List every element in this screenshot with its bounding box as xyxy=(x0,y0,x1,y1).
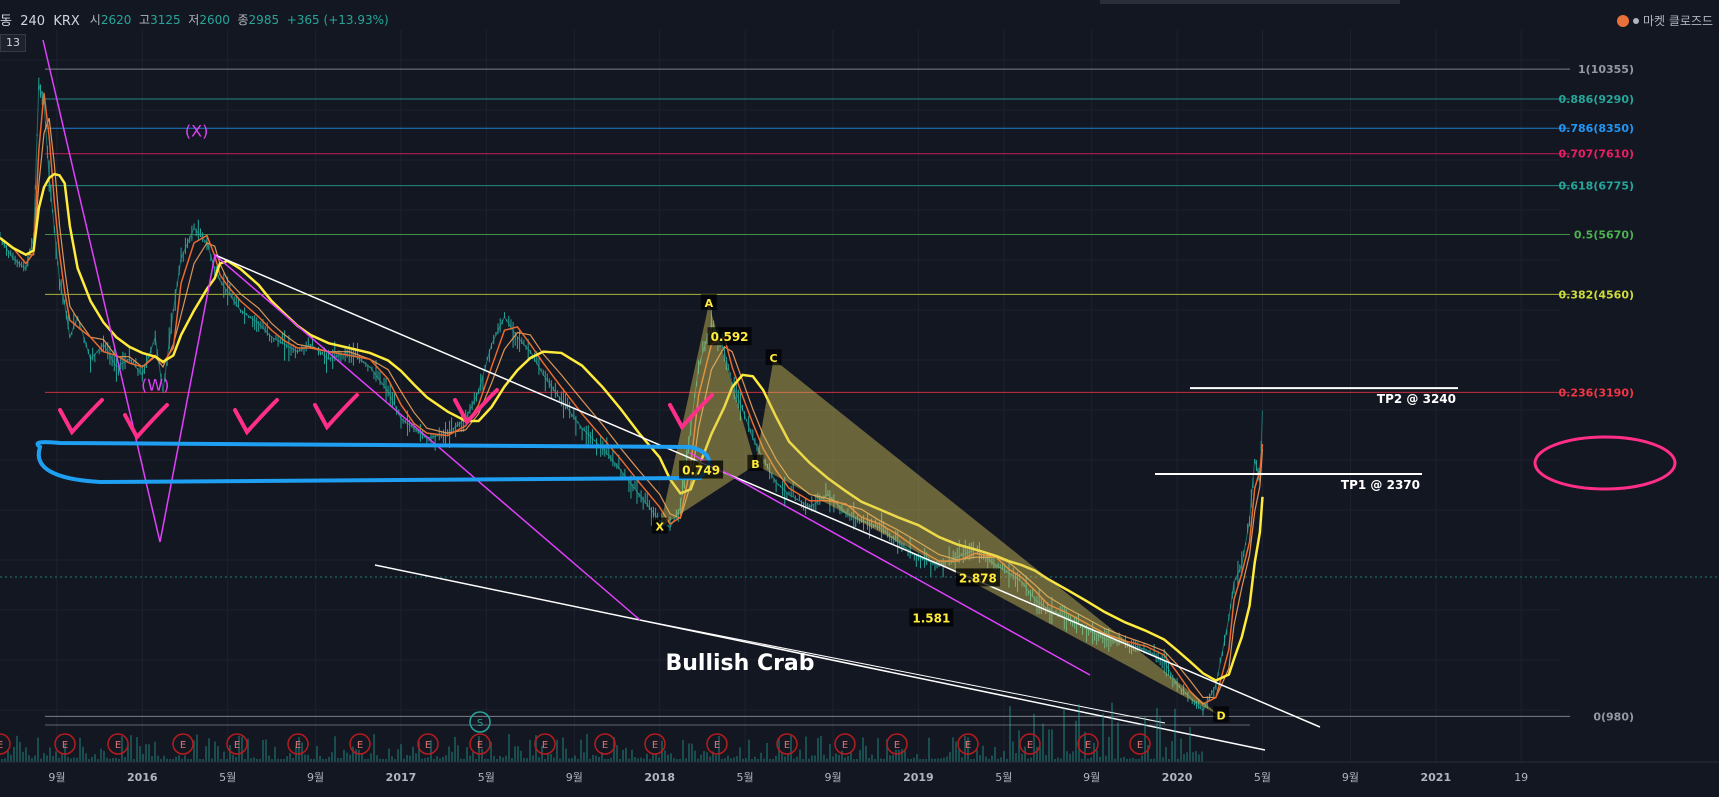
ratio-label: 0.749 xyxy=(682,464,720,478)
target-label: TP1 @ 2370 xyxy=(1341,478,1420,492)
x-tick-label: 2021 xyxy=(1421,771,1452,784)
chart-background xyxy=(0,0,1719,797)
earnings-marker-label: E xyxy=(652,740,658,751)
fib-level-label: 0.786(8350) xyxy=(1559,122,1634,135)
earnings-marker-label: E xyxy=(1137,740,1143,751)
pattern-point-label: X xyxy=(655,521,664,534)
ratio-label: 1.581 xyxy=(912,611,950,625)
fib-level-label: 0(980) xyxy=(1593,710,1634,723)
symbol-header: 동 240 KRX 시2620 고3125 저2600 종2985 +365 (… xyxy=(0,8,399,30)
x-tick-label: 2018 xyxy=(644,771,675,784)
market-status-icon xyxy=(1616,14,1629,27)
top-toolbar-strip xyxy=(1100,0,1400,4)
x-tick-label: 9월 xyxy=(48,771,65,784)
fib-level-label: 0.707(7610) xyxy=(1559,148,1634,161)
earnings-marker-label: E xyxy=(542,740,548,751)
earnings-marker-label: E xyxy=(234,740,240,751)
earnings-marker-label: E xyxy=(180,740,186,751)
x-tick-label: 5월 xyxy=(1254,771,1271,784)
x-tick-label: 9월 xyxy=(566,771,583,784)
x-tick-label: 9월 xyxy=(307,771,324,784)
earnings-marker-label: E xyxy=(62,740,68,751)
pattern-point-label: D xyxy=(1217,709,1226,722)
x-tick-label: 5월 xyxy=(219,771,236,784)
ratio-label: 2.878 xyxy=(959,571,997,585)
earnings-marker-label: E xyxy=(477,740,483,751)
x-tick-label: 9월 xyxy=(1083,771,1100,784)
fib-level-label: 0.886(9290) xyxy=(1559,93,1634,106)
fib-level-label: 0.236(3190) xyxy=(1559,386,1634,399)
x-tick-label: 19 xyxy=(1514,771,1528,784)
earnings-marker-label: E xyxy=(602,740,608,751)
earnings-marker-label: E xyxy=(842,740,848,751)
fib-level-label: 0.5(5670) xyxy=(1574,229,1634,242)
earnings-marker-label: E xyxy=(1027,740,1033,751)
earnings-marker-label: E xyxy=(295,740,301,751)
x-tick-label: 2020 xyxy=(1162,771,1193,784)
x-tick-label: 9월 xyxy=(824,771,841,784)
market-status: 마켓 클로즈드 xyxy=(1616,12,1713,29)
wave-label: (X) xyxy=(185,121,208,140)
fib-level-label: 1(10355) xyxy=(1578,63,1634,76)
pattern-point-label: A xyxy=(705,297,714,310)
x-tick-label: 5월 xyxy=(995,771,1012,784)
pattern-title: Bullish Crab xyxy=(665,651,814,676)
x-axis-area xyxy=(0,762,1719,797)
split-marker-label: S xyxy=(477,718,483,729)
pattern-point-label: B xyxy=(751,458,759,471)
x-tick-label: 2019 xyxy=(903,771,934,784)
target-label: TP2 @ 3240 xyxy=(1377,392,1456,406)
x-tick-label: 5월 xyxy=(737,771,754,784)
ratio-label: 0.592 xyxy=(711,330,749,344)
status-dot-icon xyxy=(1632,17,1639,24)
change-value: +365 (+13.93%) xyxy=(286,12,389,27)
earnings-marker-label: E xyxy=(965,740,971,751)
wave-label: (W) xyxy=(141,376,169,395)
fib-level-label: 0.618(6775) xyxy=(1559,180,1634,193)
x-tick-label: 2016 xyxy=(127,771,158,784)
earnings-marker-label: E xyxy=(894,740,900,751)
pattern-point-label: C xyxy=(769,352,777,365)
earnings-marker-label: E xyxy=(357,740,363,751)
x-tick-label: 5월 xyxy=(478,771,495,784)
fib-level-label: 0.382(4560) xyxy=(1559,288,1634,301)
x-tick-label: 9월 xyxy=(1342,771,1359,784)
earnings-marker-label: E xyxy=(784,740,790,751)
earnings-marker-label: E xyxy=(714,740,720,751)
earnings-marker-label: E xyxy=(0,740,3,751)
earnings-marker-label: E xyxy=(425,740,431,751)
indicator-count-badge[interactable]: 13 xyxy=(0,34,26,52)
ohlc-readout: 시2620 고3125 저2600 종2985 +365 (+13.93%) xyxy=(89,12,389,27)
market-status-label: 마켓 클로즈드 xyxy=(1642,14,1713,28)
earnings-marker-label: E xyxy=(1085,740,1091,751)
earnings-marker-label: E xyxy=(115,740,121,751)
x-tick-label: 2017 xyxy=(386,771,417,784)
symbol-name[interactable]: 동 240 KRX xyxy=(0,10,80,29)
price-chart[interactable]: 1(10355) 0.886(9290) 0.786(8350) 0.707(7610… xyxy=(0,0,1719,797)
